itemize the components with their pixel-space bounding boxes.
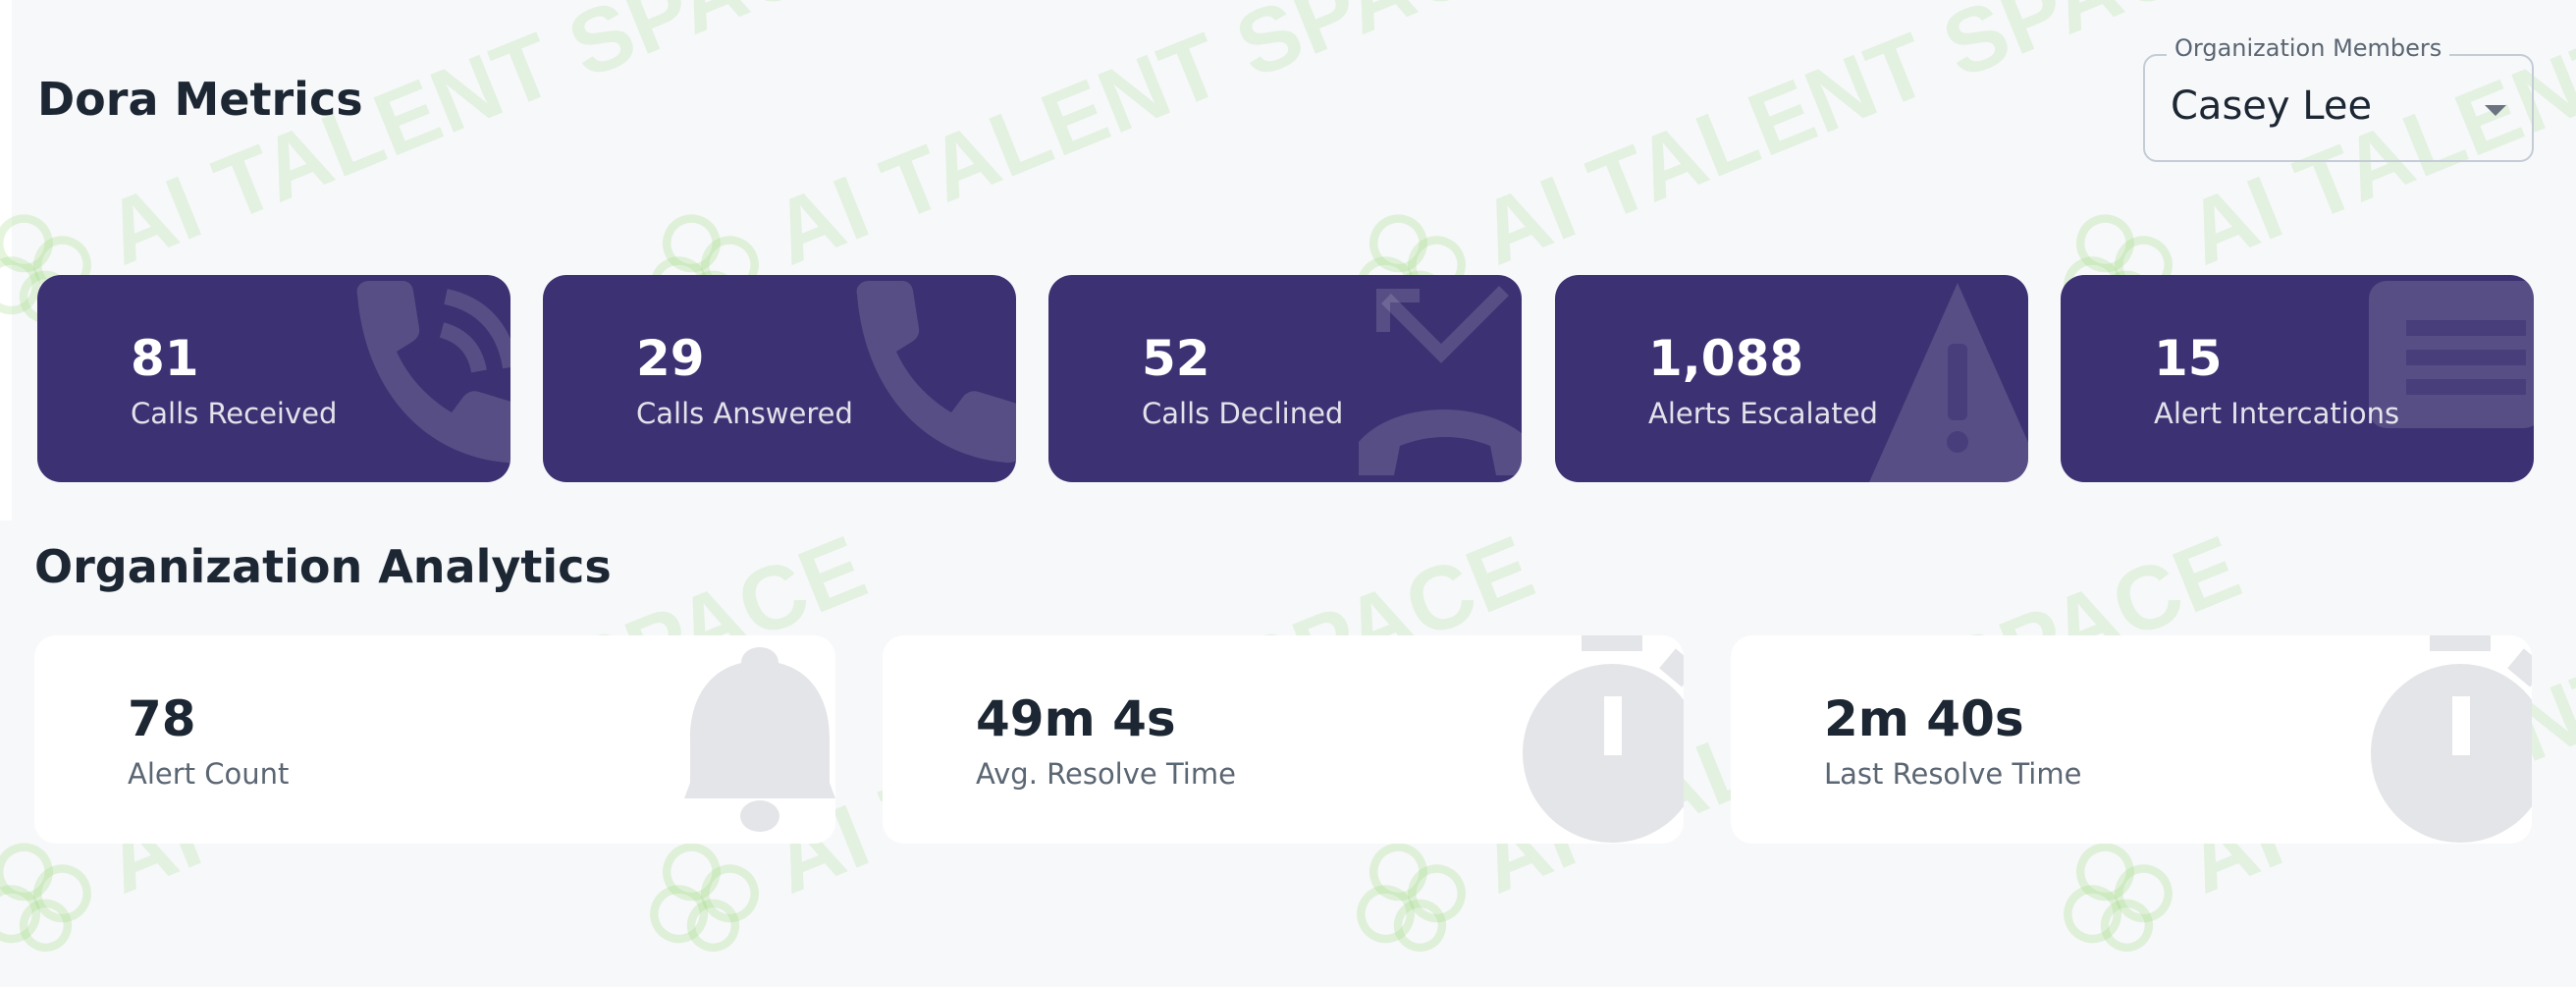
metric-value: 1,088: [1648, 330, 1804, 387]
page-title: Dora Metrics: [37, 73, 363, 126]
metric-label: Calls Declined: [1142, 397, 1344, 430]
metric-card-calls-declined: 52 Calls Declined: [1048, 275, 1522, 482]
stat-value: 49m 4s: [976, 690, 1176, 747]
metric-label: Alert Intercations: [2154, 397, 2400, 430]
metric-label: Calls Received: [131, 397, 338, 430]
watermark-text: AI TALENT SPACE: [1466, 0, 2254, 285]
stat-card-avg-resolve-time: 49m 4s Avg. Resolve Time: [883, 635, 1684, 844]
metric-label: Calls Answered: [636, 397, 853, 430]
metric-card-alerts-escalated: 1,088 Alerts Escalated: [1555, 275, 2028, 482]
metric-value: 29: [636, 330, 705, 387]
metric-value: 15: [2154, 330, 2223, 387]
stat-label: Last Resolve Time: [1824, 757, 2082, 791]
stat-label: Alert Count: [128, 757, 290, 791]
watermark-text: AI TALENT SPACE: [91, 0, 880, 285]
stopwatch-icon: [1523, 635, 1684, 843]
metric-card-alert-interactions: 15 Alert Intercations: [2061, 275, 2534, 482]
section-title-organization-analytics: Organization Analytics: [34, 540, 612, 593]
metric-value: 52: [1142, 330, 1210, 387]
bell-icon: [684, 647, 835, 832]
metric-card-calls-answered: 29 Calls Answered: [543, 275, 1016, 482]
phone-ringing-icon: [356, 281, 510, 464]
left-edge-strip: [0, 0, 12, 521]
missed-call-icon: [1359, 286, 1522, 475]
stat-value: 2m 40s: [1824, 690, 2024, 747]
chevron-down-icon[interactable]: [2485, 105, 2506, 116]
stat-card-alert-count: 78 Alert Count: [34, 635, 835, 844]
warning-icon: [1869, 283, 2028, 482]
phone-icon: [856, 281, 1016, 464]
stat-value: 78: [128, 690, 196, 747]
metric-label: Alerts Escalated: [1648, 397, 1878, 430]
list-icon: [2369, 281, 2534, 428]
metric-value: 81: [131, 330, 199, 387]
metric-card-calls-received: 81 Calls Received: [37, 275, 510, 482]
stat-label: Avg. Resolve Time: [976, 757, 1236, 791]
organization-members-value: Casey Lee: [2171, 83, 2373, 129]
organization-members-label: Organization Members: [2167, 34, 2450, 62]
stopwatch-icon: [2371, 635, 2532, 843]
watermark-text: AI TALENT SPACE: [759, 0, 1547, 285]
organization-members-select[interactable]: Organization Members Casey Lee: [2143, 34, 2534, 162]
stat-card-last-resolve-time: 2m 40s Last Resolve Time: [1731, 635, 2532, 844]
